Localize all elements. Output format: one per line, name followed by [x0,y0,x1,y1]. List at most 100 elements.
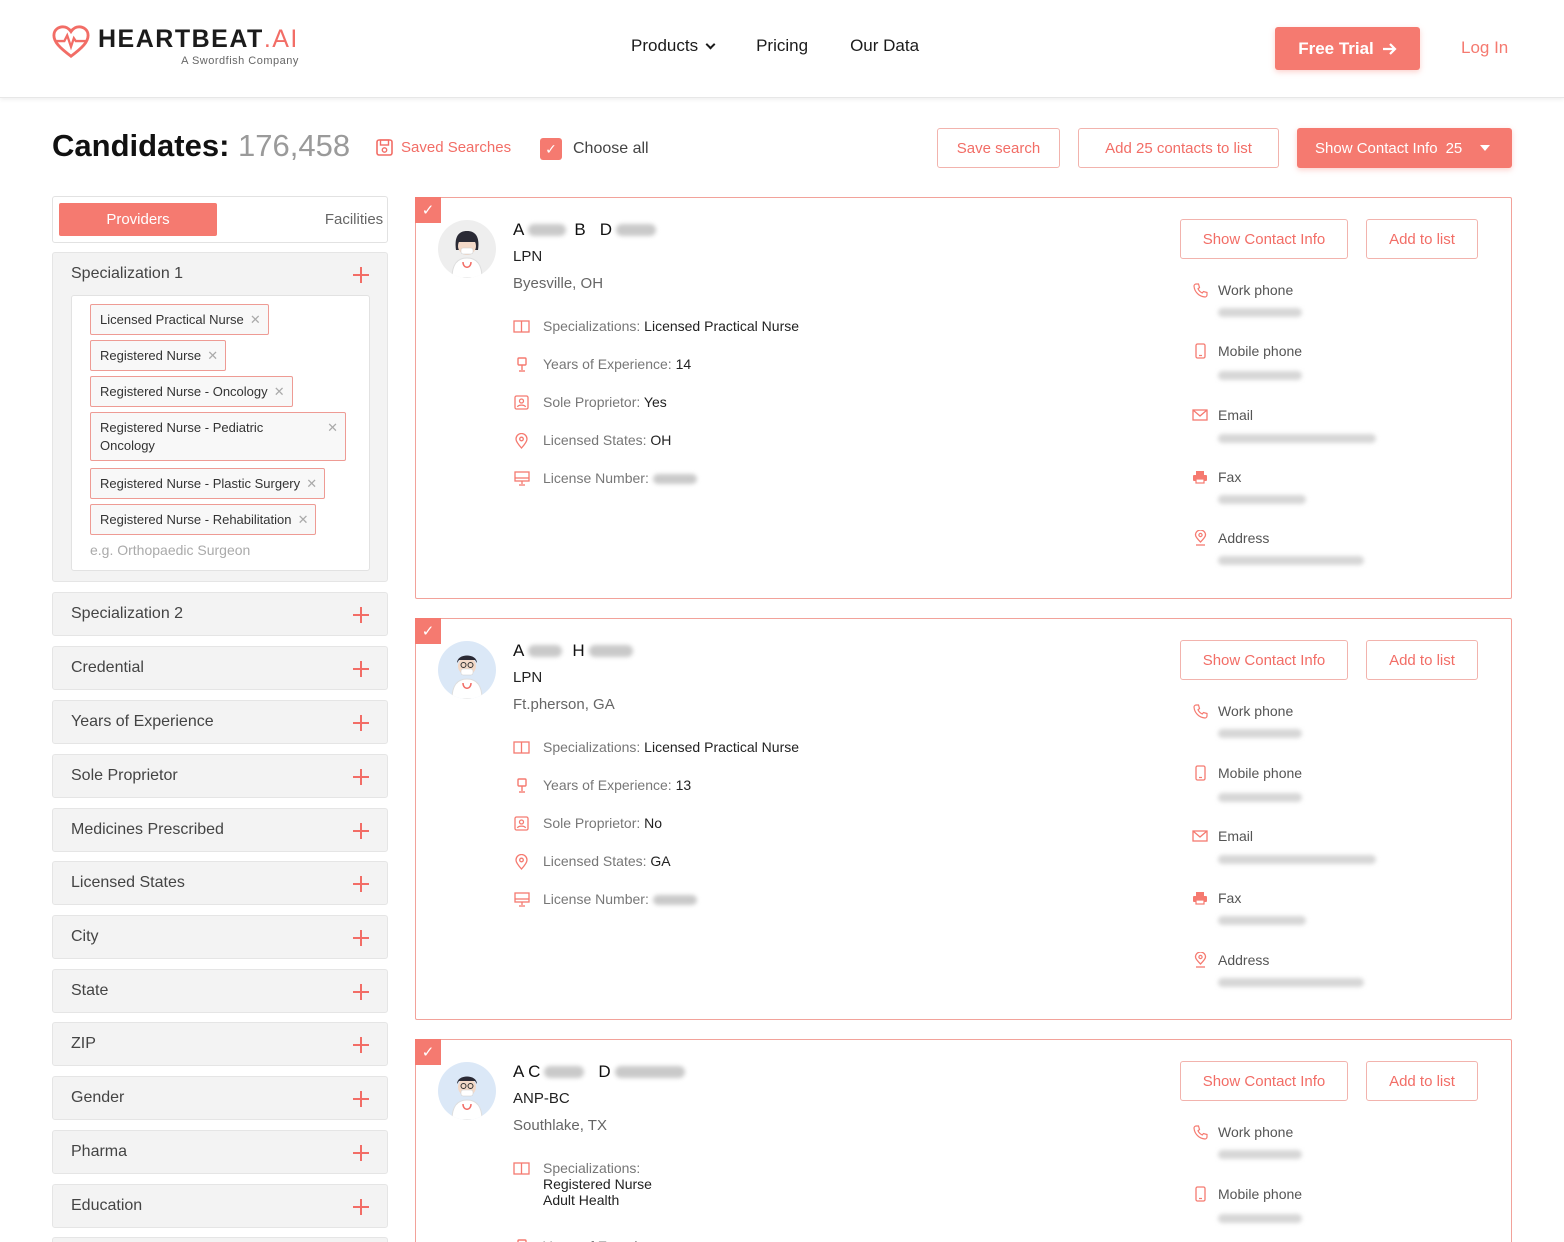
monitor-icon [513,891,530,908]
filter-pharma[interactable]: Pharma [52,1130,388,1174]
check-icon[interactable]: ✓ [415,197,441,223]
candidate-card: ✓ A CD ANP-BC Southlake, TX Specializati… [415,1039,1512,1242]
plus-icon[interactable] [353,1037,369,1053]
plus-icon[interactable] [353,930,369,946]
contact-mobile-phone: Mobile phone [1192,1186,1302,1202]
blurred-address [1218,556,1364,565]
printer-icon [1192,890,1208,906]
nav-products[interactable]: Products [631,36,716,56]
choose-all-checkbox[interactable]: ✓ Choose all [540,138,649,160]
plus-icon[interactable] [353,876,369,892]
show-contact-info-button[interactable]: Show Contact Info [1180,219,1348,259]
close-icon[interactable]: ✕ [250,311,261,329]
filter-years-of-experience[interactable]: Years of Experience [52,700,388,744]
contact-fax: Fax [1192,469,1241,485]
tag-chip: Registered Nurse - Pediatric Oncology ✕ [90,412,346,461]
save-search-button[interactable]: Save search [937,128,1060,168]
candidate-name: AH [513,641,633,661]
plus-icon[interactable] [353,661,369,677]
candidate-name: A CD [513,1062,685,1082]
filter-more[interactable] [52,1237,388,1242]
filter-label: Specialization 1 [71,265,184,282]
add-to-list-button[interactable]: Add to list [1366,640,1478,680]
plus-icon[interactable] [353,607,369,623]
free-trial-button[interactable]: Free Trial [1275,27,1420,70]
close-icon[interactable]: ✕ [274,383,285,401]
phone-icon [1192,1124,1208,1140]
filter-city[interactable]: City [52,915,388,959]
location-icon [1192,952,1208,968]
filter-credential[interactable]: Credential [52,646,388,690]
check-icon: ✓ [540,138,562,160]
close-icon[interactable]: ✕ [207,347,218,365]
tag-input-placeholder[interactable]: e.g. Orthopaedic Surgeon [90,542,250,558]
floppy-disk-icon [376,139,393,156]
candidate-location: Ft.pherson, GA [513,696,615,713]
book-icon [513,318,530,335]
attr-specializations: Specializations: Registered Nurse Adult He… [513,1160,652,1208]
plus-icon[interactable] [353,1145,369,1161]
monitor-icon [513,470,530,487]
add-contacts-to-list-button[interactable]: Add 25 contacts to list [1078,128,1279,168]
nav-pricing[interactable]: Pricing [756,36,808,56]
collapse-icon[interactable] [353,267,369,283]
plus-icon[interactable] [353,715,369,731]
book-icon [513,739,530,756]
map-pin-icon [513,853,530,870]
filter-education[interactable]: Education [52,1184,388,1228]
close-icon[interactable]: ✕ [327,419,338,437]
filter-licensed-states[interactable]: Licensed States [52,861,388,905]
login-link[interactable]: Log In [1461,38,1508,58]
check-icon[interactable]: ✓ [415,1039,441,1065]
filter-specialization-1: Specialization 1 Licensed Practical Nurs… [52,252,388,582]
specialization-tag-input[interactable]: Licensed Practical Nurse ✕ Registered Nur… [71,295,370,571]
contact-mobile-phone: Mobile phone [1192,343,1302,359]
filter-state[interactable]: State [52,969,388,1013]
close-icon[interactable]: ✕ [298,511,309,529]
check-icon[interactable]: ✓ [415,618,441,644]
plus-icon[interactable] [353,823,369,839]
phone-icon [1192,282,1208,298]
show-contact-info-bulk-button[interactable]: Show Contact Info 25 [1297,128,1512,168]
candidate-location: Southlake, TX [513,1117,607,1134]
blurred-mobile-phone [1218,371,1302,380]
provider-facility-tabs: Providers Facilities [52,196,388,243]
attr-sole-proprietor: Sole Proprietor: No [513,815,662,832]
blurred-mobile-phone [1218,1214,1302,1223]
tag-chip: Licensed Practical Nurse ✕ [90,304,269,335]
filter-specialization-2[interactable]: Specialization 2 [52,592,388,636]
show-contact-info-button[interactable]: Show Contact Info [1180,1061,1348,1101]
plus-icon[interactable] [353,769,369,785]
contact-mobile-phone: Mobile phone [1192,765,1302,781]
contact-work-phone: Work phone [1192,703,1293,719]
location-icon [1192,530,1208,546]
add-to-list-button[interactable]: Add to list [1366,219,1478,259]
plus-icon[interactable] [353,1199,369,1215]
tab-facilities[interactable]: Facilities [275,203,433,236]
id-card-icon [513,815,530,832]
show-contact-info-button[interactable]: Show Contact Info [1180,640,1348,680]
tab-providers[interactable]: Providers [59,203,217,236]
plus-icon[interactable] [353,1091,369,1107]
filter-sole-proprietor[interactable]: Sole Proprietor [52,754,388,798]
saved-searches-link[interactable]: Saved Searches [376,139,511,156]
attr-license-number: License Number: [513,891,697,908]
avatar [438,641,496,699]
nav-our-data[interactable]: Our Data [850,36,919,56]
filter-medicines-prescribed[interactable]: Medicines Prescribed [52,808,388,852]
brand-logo[interactable]: HEARTBEAT.AI A Swordfish Company [52,24,299,67]
attr-licensed-states: Licensed States: OH [513,432,671,449]
attr-specializations: Specializations: Licensed Practical Nurs… [513,739,799,756]
blurred-work-phone [1218,729,1302,738]
attr-specializations: Specializations: Licensed Practical Nurs… [513,318,799,335]
brand-tagline: A Swordfish Company [181,55,299,67]
add-to-list-button[interactable]: Add to list [1366,1061,1478,1101]
filter-zip[interactable]: ZIP [52,1022,388,1066]
contact-email: Email [1192,407,1253,423]
plus-icon[interactable] [353,984,369,1000]
blurred-email [1218,855,1376,864]
blurred-mobile-phone [1218,793,1302,802]
close-icon[interactable]: ✕ [306,475,317,493]
filter-gender[interactable]: Gender [52,1076,388,1120]
brand-name: HEARTBEAT.AI [98,25,299,53]
